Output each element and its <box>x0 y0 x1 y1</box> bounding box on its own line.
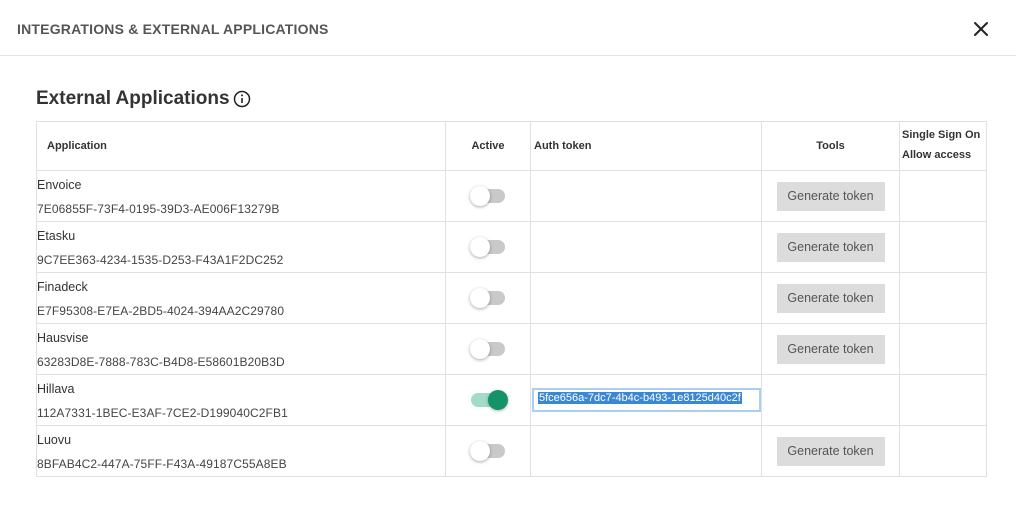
sso-cell <box>899 323 987 375</box>
active-cell <box>445 323 531 375</box>
auth-token-cell: 5fce656a-7dc7-4b4c-b493-1e8125d40c2f <box>530 374 762 426</box>
sso-header-line2: Allow access <box>902 149 972 161</box>
active-toggle[interactable] <box>470 186 505 207</box>
table-header-row: Application Active Auth token Tools Sing… <box>36 121 987 171</box>
section-title-text: External Applications <box>36 88 230 109</box>
external-applications-table: Application Active Auth token Tools Sing… <box>36 121 987 477</box>
application-name: Finadeck <box>37 279 88 294</box>
active-toggle[interactable] <box>471 390 508 411</box>
application-name: Envoice <box>37 177 82 192</box>
table-row: Hausvise 63283D8E-7888-783C-B4D8-E58601B2… <box>36 323 987 375</box>
application-id: 8BFAB4C2-447A-75FF-F43A-49187C55A8EB <box>37 456 287 471</box>
application-cell: Luovu 8BFAB4C2-447A-75FF-F43A-49187C55A8E… <box>36 425 446 477</box>
generate-token-button[interactable]: Generate token <box>776 181 885 211</box>
application-cell: Hillava 112A7331-1BEC-E3AF-7CE2-D199040C2… <box>36 374 446 426</box>
sso-cell <box>899 272 987 324</box>
application-cell: Finadeck E7F95308-E7EA-2BD5-4024-394AA2C2… <box>36 272 446 324</box>
application-id: 63283D8E-7888-783C-B4D8-E58601B20B3D <box>37 354 285 369</box>
application-cell: Etasku 9C7EE363-4234-1535-D253-F43A1F2DC2… <box>36 221 446 273</box>
close-icon <box>974 22 988 36</box>
toggle-knob <box>470 441 490 462</box>
active-cell <box>445 170 531 222</box>
application-cell: Envoice 7E06855F-73F4-0195-39D3-AE006F132… <box>36 170 446 222</box>
sso-cell <box>899 170 987 222</box>
application-name: Etasku <box>37 228 76 243</box>
application-id: 112A7331-1BEC-E3AF-7CE2-D199040C2FB1 <box>37 405 288 420</box>
auth-token-cell <box>530 272 762 324</box>
application-id: E7F95308-E7EA-2BD5-4024-394AA2C29780 <box>37 303 285 318</box>
application-cell: Hausvise 63283D8E-7888-783C-B4D8-E58601B2… <box>36 323 446 375</box>
generate-token-button[interactable]: Generate token <box>776 232 885 262</box>
tools-cell: Generate token <box>761 272 900 324</box>
auth-token-cell <box>530 221 762 273</box>
table-row: Hillava 112A7331-1BEC-E3AF-7CE2-D199040C2… <box>36 374 987 426</box>
toggle-knob <box>470 237 490 258</box>
dialog-title: INTEGRATIONS & EXTERNAL APPLICATIONS <box>17 21 329 37</box>
tools-cell <box>761 374 900 426</box>
dialog-header: INTEGRATIONS & EXTERNAL APPLICATIONS <box>0 0 1016 56</box>
toggle-knob <box>470 186 490 207</box>
active-cell <box>445 374 531 426</box>
table-row: Finadeck E7F95308-E7EA-2BD5-4024-394AA2C2… <box>36 272 987 324</box>
tools-cell: Generate token <box>761 170 900 222</box>
auth-token-cell <box>530 170 762 222</box>
active-toggle[interactable] <box>470 237 505 258</box>
auth-token-cell <box>530 425 762 477</box>
active-toggle[interactable] <box>470 288 505 309</box>
application-name: Hillava <box>37 381 75 396</box>
toggle-knob <box>470 288 490 309</box>
close-button[interactable] <box>971 19 991 39</box>
active-cell <box>445 425 531 477</box>
active-toggle[interactable] <box>470 441 505 462</box>
generate-token-button[interactable]: Generate token <box>776 436 885 466</box>
sso-cell <box>899 425 987 477</box>
info-icon[interactable] <box>233 90 251 108</box>
table-row: Envoice 7E06855F-73F4-0195-39D3-AE006F132… <box>36 170 987 222</box>
tools-cell: Generate token <box>761 221 900 273</box>
application-id: 9C7EE363-4234-1535-D253-F43A1F2DC252 <box>37 252 284 267</box>
sso-cell <box>899 374 987 426</box>
table-row: Luovu 8BFAB4C2-447A-75FF-F43A-49187C55A8E… <box>36 425 987 477</box>
sso-header-line1: Single Sign On <box>902 129 981 141</box>
auth-token-field[interactable]: 5fce656a-7dc7-4b4c-b493-1e8125d40c2f <box>532 388 761 412</box>
column-header-tools: Tools <box>761 121 900 171</box>
column-header-active: Active <box>445 121 531 171</box>
auth-token-cell <box>530 323 762 375</box>
tools-cell: Generate token <box>761 323 900 375</box>
application-name: Hausvise <box>37 330 89 345</box>
column-header-auth-token: Auth token <box>530 121 762 171</box>
tools-cell: Generate token <box>761 425 900 477</box>
sso-cell <box>899 221 987 273</box>
section-title: External Applications <box>36 88 251 110</box>
column-header-application: Application <box>36 121 446 171</box>
active-cell <box>445 272 531 324</box>
toggle-knob <box>470 339 490 360</box>
toggle-knob <box>488 390 508 411</box>
generate-token-button[interactable]: Generate token <box>776 334 885 364</box>
application-id: 7E06855F-73F4-0195-39D3-AE006F13279B <box>37 201 280 216</box>
active-cell <box>445 221 531 273</box>
auth-token-value: 5fce656a-7dc7-4b4c-b493-1e8125d40c2f <box>538 392 742 404</box>
application-name: Luovu <box>37 432 72 447</box>
table-row: Etasku 9C7EE363-4234-1535-D253-F43A1F2DC2… <box>36 221 987 273</box>
generate-token-button[interactable]: Generate token <box>776 283 885 313</box>
active-toggle[interactable] <box>470 339 505 360</box>
column-header-sso: Single Sign On Allow access <box>899 121 987 171</box>
